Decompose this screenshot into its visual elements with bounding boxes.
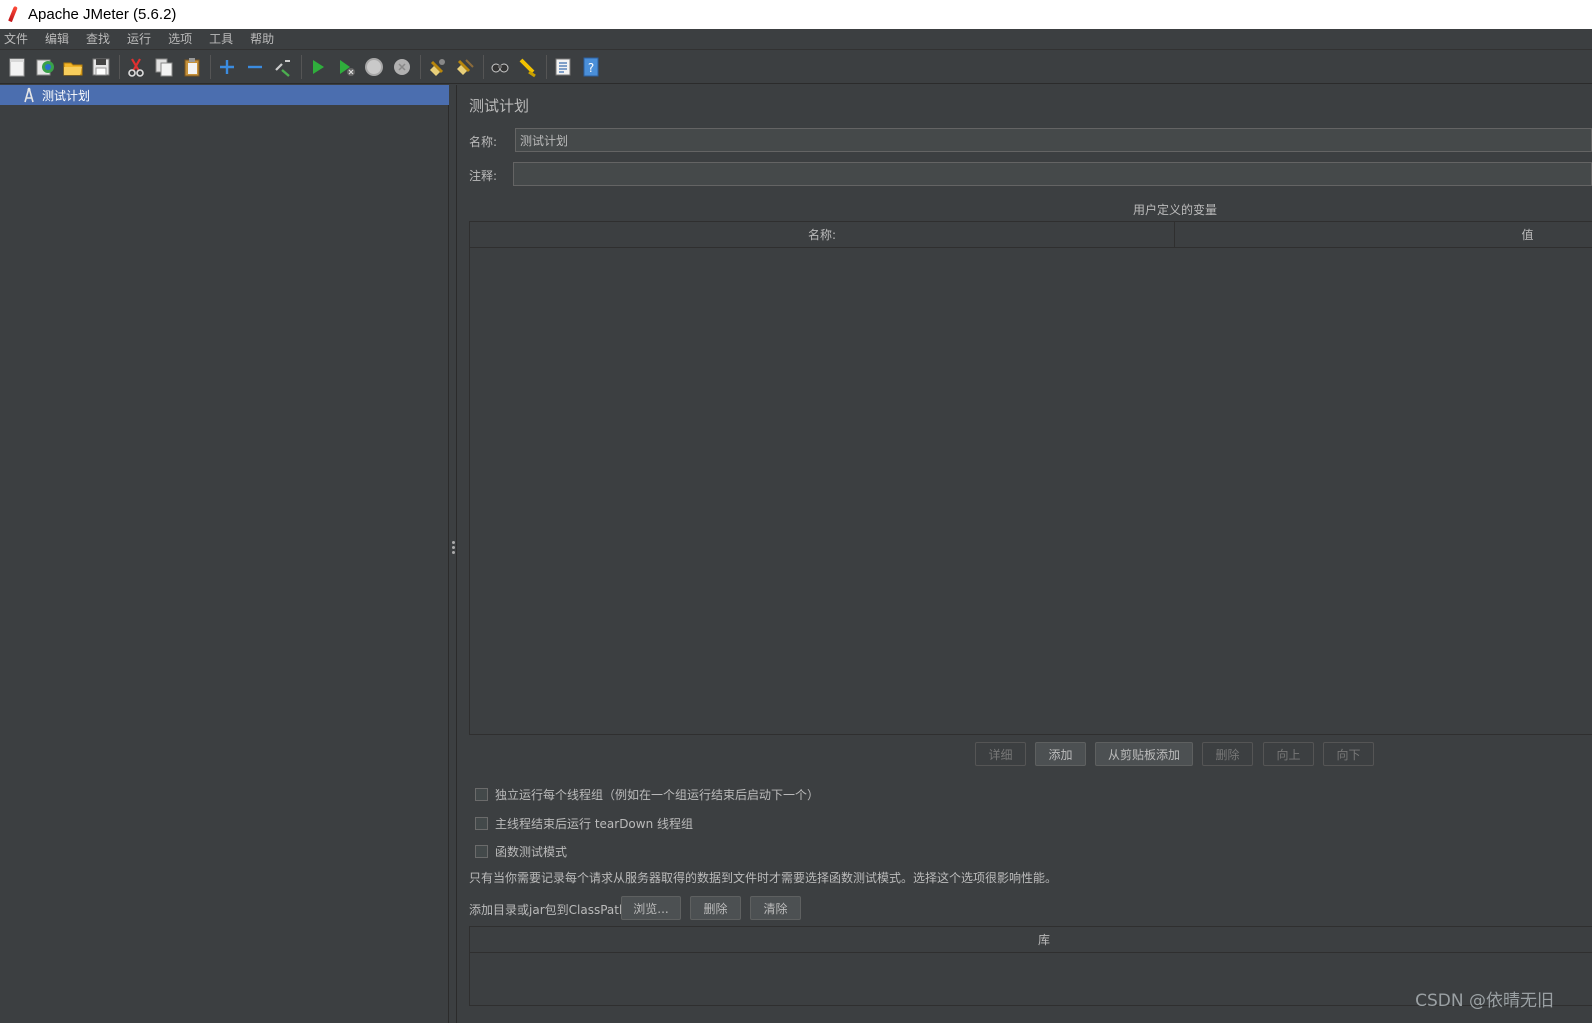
clear-all-icon[interactable]	[453, 55, 477, 79]
toolbar-separator	[119, 54, 120, 79]
classpath-label: 添加目录或jar包到ClassPath	[469, 903, 627, 917]
reset-search-icon[interactable]	[516, 55, 540, 79]
toolbar: ?	[0, 50, 1592, 84]
test-plan-tree: 测试计划	[0, 85, 449, 1023]
function-helper-icon[interactable]	[551, 55, 575, 79]
panel-title: 测试计划	[469, 97, 530, 115]
name-label: 名称:	[469, 135, 498, 149]
classpath-clear-button[interactable]: 清除	[750, 896, 801, 920]
move-down-button[interactable]: 向下	[1323, 742, 1374, 766]
toolbar-separator	[420, 54, 421, 79]
open-icon[interactable]	[61, 55, 85, 79]
add-from-clipboard-button[interactable]: 从剪贴板添加	[1095, 742, 1193, 766]
stop-icon[interactable]	[362, 55, 386, 79]
checkbox[interactable]	[475, 788, 488, 801]
checkbox-label: 主线程结束后运行 tearDown 线程组	[495, 817, 694, 831]
toolbar-separator	[546, 54, 547, 79]
delete-button[interactable]: 删除	[1202, 742, 1253, 766]
window-title: Apache JMeter (5.6.2)	[28, 6, 177, 23]
functional-test-mode-option[interactable]: 函数测试模式	[475, 843, 567, 860]
templates-icon[interactable]	[33, 55, 57, 79]
test-plan-icon	[24, 87, 34, 103]
name-field[interactable]: 测试计划	[515, 128, 1592, 152]
checkbox[interactable]	[475, 845, 488, 858]
browse-button[interactable]: 浏览...	[621, 896, 681, 920]
menu-run[interactable]: 运行	[123, 29, 157, 50]
save-icon[interactable]	[89, 55, 113, 79]
toggle-icon[interactable]	[271, 55, 295, 79]
column-header-value[interactable]: 值	[1175, 222, 1592, 248]
move-up-button[interactable]: 向上	[1263, 742, 1314, 766]
shutdown-icon[interactable]	[390, 55, 414, 79]
cut-icon[interactable]	[124, 55, 148, 79]
run-thread-groups-consecutively-option[interactable]: 独立运行每个线程组（例如在一个组运行结束后启动下一个）	[475, 786, 819, 803]
comment-label: 注释:	[469, 169, 498, 183]
toolbar-separator	[210, 54, 211, 79]
expand-icon[interactable]	[215, 55, 239, 79]
title-bar: Apache JMeter (5.6.2)	[0, 0, 1592, 29]
checkbox[interactable]	[475, 817, 488, 830]
menu-file[interactable]: 文件	[0, 29, 34, 50]
tree-node-test-plan[interactable]: 测试计划	[0, 85, 449, 105]
table-header: 名称: 值	[470, 222, 1592, 248]
svg-text:?: ?	[588, 61, 594, 75]
teardown-after-shutdown-option[interactable]: 主线程结束后运行 tearDown 线程组	[475, 815, 693, 832]
functional-mode-note: 只有当你需要记录每个请求从服务器取得的数据到文件时才需要选择函数测试模式。选择这…	[469, 871, 1058, 885]
jmeter-feather-icon	[6, 5, 20, 25]
watermark: CSDN @依晴无旧	[1415, 991, 1554, 1011]
new-icon[interactable]	[5, 55, 29, 79]
start-icon[interactable]	[306, 55, 330, 79]
user-defined-variables-table[interactable]: 名称: 值	[469, 221, 1592, 735]
paste-icon[interactable]	[180, 55, 204, 79]
menu-help[interactable]: 帮助	[246, 29, 280, 50]
test-plan-panel: 测试计划 名称: 测试计划 注释: 用户定义的变量 名称: 值 详细 添加 从剪…	[458, 85, 1592, 1023]
checkbox-label: 独立运行每个线程组（例如在一个组运行结束后启动下一个）	[495, 788, 820, 802]
toolbar-separator	[483, 54, 484, 79]
user-defined-variables-title: 用户定义的变量	[1132, 203, 1217, 217]
drag-handle-icon	[452, 541, 455, 555]
detail-button[interactable]: 详细	[975, 742, 1026, 766]
menu-options[interactable]: 选项	[164, 29, 198, 50]
column-header-library[interactable]: 库	[470, 927, 1592, 953]
menu-tools[interactable]: 工具	[205, 29, 239, 50]
start-no-pause-icon[interactable]	[334, 55, 358, 79]
menu-edit[interactable]: 编辑	[41, 29, 75, 50]
tree-node-label: 测试计划	[42, 88, 91, 103]
help-icon[interactable]: ?	[579, 55, 603, 79]
search-icon[interactable]	[488, 55, 512, 79]
menu-search[interactable]: 查找	[82, 29, 116, 50]
clear-icon[interactable]	[425, 55, 449, 79]
split-pane-divider[interactable]	[449, 85, 457, 1023]
add-button[interactable]: 添加	[1035, 742, 1086, 766]
menu-bar: 文件 编辑 查找 运行 选项 工具 帮助	[0, 29, 1592, 50]
collapse-icon[interactable]	[243, 55, 267, 79]
column-header-name[interactable]: 名称:	[470, 222, 1174, 248]
copy-icon[interactable]	[152, 55, 176, 79]
toolbar-separator	[301, 54, 302, 79]
comment-field[interactable]	[513, 162, 1592, 186]
checkbox-label: 函数测试模式	[495, 845, 568, 859]
classpath-delete-button[interactable]: 删除	[690, 896, 741, 920]
